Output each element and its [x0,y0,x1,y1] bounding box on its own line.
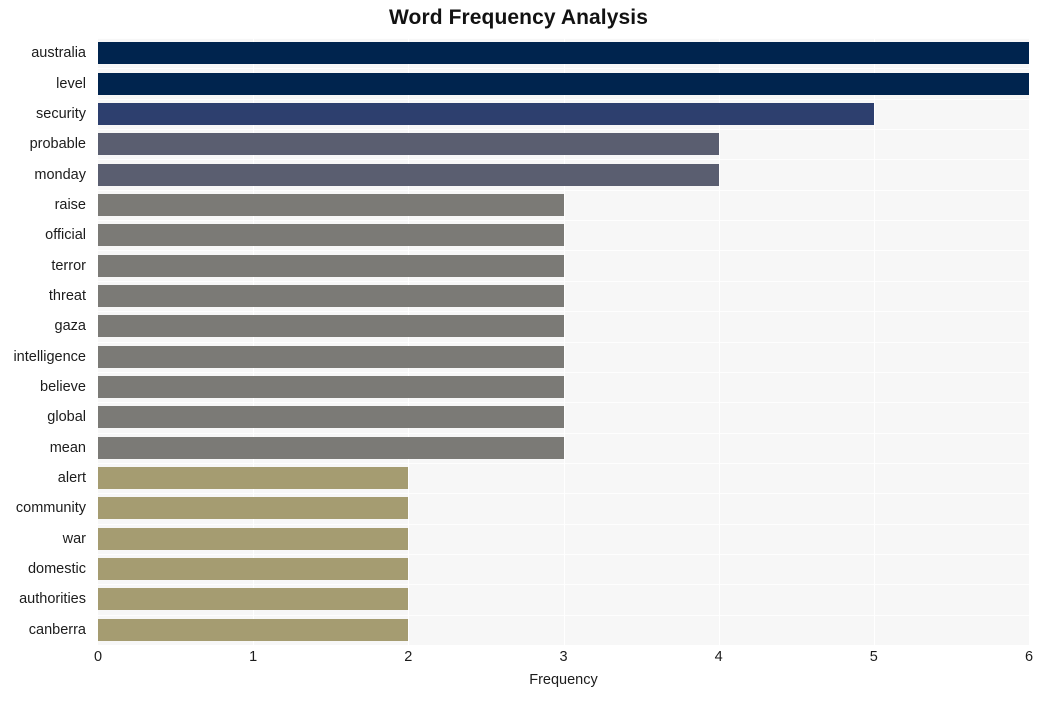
y-tick-label-security: security [36,105,86,122]
bar-row [98,193,1029,216]
x-tick-label-5: 5 [869,649,878,665]
bar-terror [98,254,564,277]
bar-raise [98,193,564,216]
y-tick-label-australia: australia [31,45,86,62]
gridline-horizontal [98,433,1029,434]
y-tick-label-terror: terror [51,257,86,274]
y-tick-label-threat: threat [48,287,86,304]
bar-row [98,102,1029,125]
y-tick-label-community: community [15,500,86,517]
y-tick-label-canberra: canberra [28,621,86,638]
y-tick-label-intelligence: intelligence [13,348,86,365]
bar-mean [98,436,564,459]
bar-row [98,497,1029,520]
gridline-horizontal [98,463,1029,464]
gridline-horizontal [98,190,1029,191]
bar-intelligence [98,345,564,368]
gridline-horizontal [98,129,1029,130]
x-tick-label-3: 3 [559,649,568,665]
gridline-horizontal [98,68,1029,69]
bar-community [98,497,409,520]
y-tick-label-authorities: authorities [19,591,86,608]
x-tick-label-0: 0 [93,649,103,665]
plot-area [98,38,1029,645]
bar-authorities [98,588,409,611]
y-tick-label-raise: raise [54,196,86,213]
bar-believe [98,376,564,399]
bar-canberra [98,618,409,641]
bar-gaza [98,315,564,338]
bar-row [98,436,1029,459]
x-axis-tick-labels: 0 1 2 3 4 5 6 [0,645,1037,671]
y-tick-label-domestic: domestic [27,561,86,578]
bar-security [98,102,874,125]
y-tick-label-gaza: gaza [54,318,86,335]
y-tick-label-global: global [47,409,86,426]
x-tick-label-2: 2 [404,649,413,665]
bar-row [98,254,1029,277]
bar-row [98,133,1029,156]
bar-row [98,72,1029,95]
y-tick-label-probable: probable [29,136,86,153]
x-tick-label-4: 4 [714,649,723,665]
bar-row [98,224,1029,247]
bar-row [98,527,1029,550]
gridline-horizontal [98,524,1029,525]
bar-domestic [98,558,409,581]
bar-row [98,588,1029,611]
bar-row [98,284,1029,307]
gridline-horizontal [98,493,1029,494]
chart-title: Word Frequency Analysis [388,6,649,29]
y-tick-label-mean: mean [49,439,86,456]
gridline-horizontal [98,342,1029,343]
gridline-horizontal [98,220,1029,221]
bar-row [98,558,1029,581]
bar-row [98,315,1029,338]
y-tick-label-official: official [45,227,86,244]
bar-row [98,467,1029,490]
y-axis-tick-labels: australia level security probable monday rais… [0,38,92,645]
bar-row [98,618,1029,641]
y-tick-label-alert: alert [57,470,86,487]
gridline-horizontal [98,584,1029,585]
gridline-horizontal [98,99,1029,100]
bar-row [98,345,1029,368]
gridline-horizontal [98,615,1029,616]
y-tick-label-believe: believe [40,379,86,396]
word-frequency-bar-chart: Word Frequency Analysis australia level se… [0,0,1037,701]
gridline-horizontal [98,554,1029,555]
gridline-horizontal [98,372,1029,373]
x-tick-label-1: 1 [249,649,258,665]
bar-australia [98,42,1029,65]
gridline-horizontal [98,311,1029,312]
bar-global [98,406,564,429]
bar-row [98,42,1029,65]
bar-war [98,527,409,550]
y-tick-label-monday: monday [34,166,86,183]
bar-official [98,224,564,247]
y-tick-label-level: level [56,75,86,92]
bar-probable [98,133,719,156]
bar-row [98,376,1029,399]
gridline-horizontal [98,38,1029,39]
gridline-horizontal [98,250,1029,251]
gridline-horizontal [98,281,1029,282]
bar-level [98,72,1029,95]
bar-threat [98,284,564,307]
bar-row [98,406,1029,429]
bar-row [98,163,1029,186]
x-axis-title: Frequency [529,672,598,688]
gridline-horizontal [98,159,1029,160]
y-tick-label-war: war [62,530,86,547]
gridline-horizontal [98,402,1029,403]
x-tick-label-6: 6 [1024,649,1034,665]
bar-alert [98,467,409,490]
bar-monday [98,163,719,186]
